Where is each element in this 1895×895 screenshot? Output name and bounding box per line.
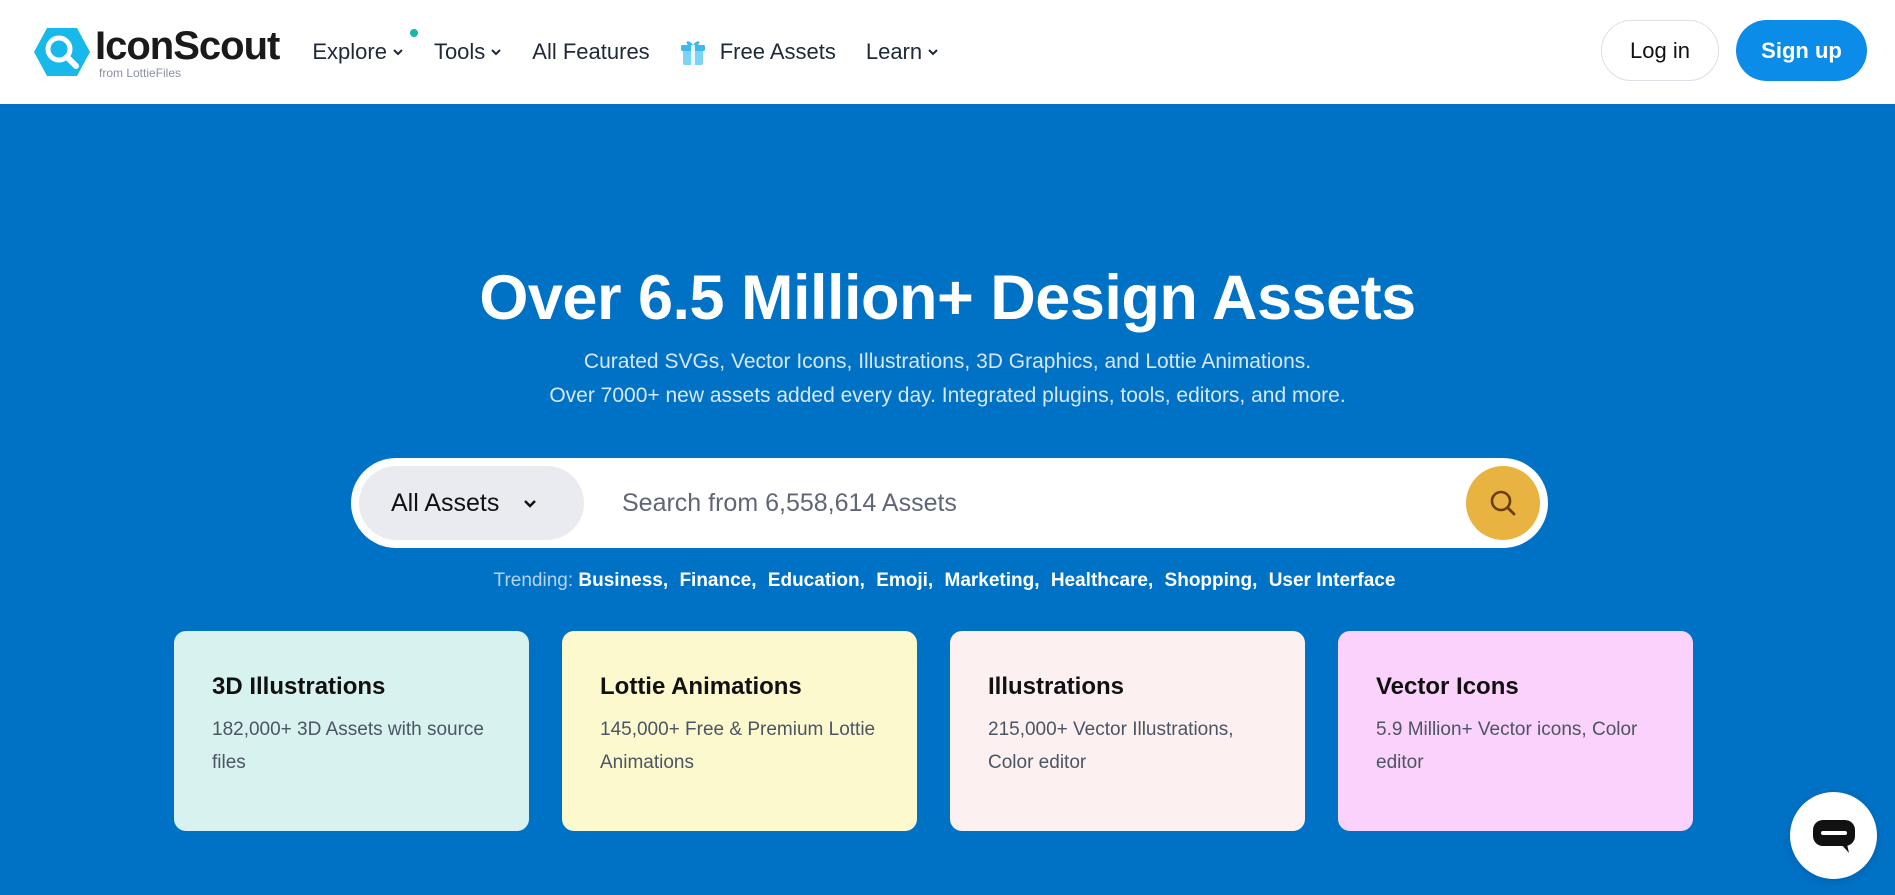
signup-button[interactable]: Sign up bbox=[1736, 20, 1867, 81]
chevron-down-icon bbox=[928, 49, 938, 56]
category-cards: 3D Illustrations 182,000+ 3D Assets with… bbox=[174, 631, 1726, 831]
chevron-down-icon bbox=[393, 49, 403, 56]
card-description: 215,000+ Vector Illustrations, Color edi… bbox=[988, 719, 1234, 773]
trending-searches: Trending: Business, Finance, Education, … bbox=[0, 570, 1895, 592]
nav-tools-label: Tools bbox=[433, 39, 486, 64]
trending-link[interactable]: Education, bbox=[768, 570, 865, 591]
nav-free-assets[interactable]: Free Assets bbox=[680, 38, 836, 66]
trending-link[interactable]: Marketing, bbox=[945, 570, 1040, 591]
card-title: 3D Illustrations bbox=[212, 673, 386, 700]
nav-all-features-label: All Features bbox=[532, 39, 650, 64]
trending-link[interactable]: Healthcare, bbox=[1051, 570, 1153, 591]
nav-all-features[interactable]: All Features bbox=[532, 39, 649, 65]
nav-explore[interactable]: Explore bbox=[312, 29, 418, 65]
logo[interactable]: IconScout from LottieFiles bbox=[33, 22, 280, 82]
card-title: Vector Icons bbox=[1376, 673, 1519, 700]
chat-widget-button[interactable] bbox=[1790, 792, 1877, 879]
search-magnifier-logo-icon bbox=[33, 26, 91, 78]
search-bar: All Assets bbox=[351, 458, 1548, 548]
card-description: 5.9 Million+ Vector icons, Color editor bbox=[1376, 719, 1638, 773]
hero-subtitle-line-2: Over 7000+ new assets added every day. I… bbox=[549, 384, 1346, 407]
logo-subtitle: from LottieFiles bbox=[99, 65, 182, 80]
trending-link[interactable]: Business, bbox=[578, 570, 668, 591]
card-title: Illustrations bbox=[988, 673, 1125, 700]
site-header: IconScout from LottieFiles Explore Tools… bbox=[0, 0, 1895, 104]
logo-name: IconScout bbox=[95, 23, 280, 68]
chevron-down-icon bbox=[491, 49, 502, 56]
nav-learn[interactable]: Learn bbox=[866, 39, 939, 65]
trending-label: Trending: bbox=[493, 570, 574, 591]
hero-title: Over 6.5 Million+ Design Assets bbox=[479, 263, 1416, 333]
nav-explore-label: Explore bbox=[312, 39, 387, 64]
gift-icon bbox=[680, 41, 705, 65]
trending-link[interactable]: User Interface bbox=[1269, 570, 1396, 591]
card-lottie-animations[interactable]: Lottie Animations 145,000+ Free & Premiu… bbox=[562, 631, 917, 831]
nav-tools[interactable]: Tools bbox=[434, 39, 502, 65]
new-indicator-dot bbox=[409, 29, 418, 37]
chat-bubble-icon bbox=[1812, 819, 1855, 853]
trending-link[interactable]: Emoji, bbox=[876, 570, 933, 591]
auth-buttons: Log in Sign up bbox=[1601, 20, 1867, 81]
nav-learn-label: Learn bbox=[865, 39, 923, 64]
search-icon bbox=[1490, 490, 1516, 516]
main-nav: Explore Tools All Features Free Assets L… bbox=[312, 0, 969, 104]
login-button[interactable]: Log in bbox=[1601, 20, 1719, 81]
card-3d-illustrations[interactable]: 3D Illustrations 182,000+ 3D Assets with… bbox=[174, 631, 529, 831]
search-button[interactable] bbox=[1466, 466, 1540, 540]
hero-subtitle-line-1: Curated SVGs, Vector Icons, Illustration… bbox=[583, 350, 1312, 373]
card-description: 182,000+ 3D Assets with source files bbox=[212, 719, 484, 773]
chevron-down-icon bbox=[524, 500, 537, 508]
search-input[interactable] bbox=[584, 466, 1466, 540]
card-illustrations[interactable]: Illustrations 215,000+ Vector Illustrati… bbox=[950, 631, 1305, 831]
asset-type-label: All Assets bbox=[391, 488, 500, 517]
trending-link[interactable]: Finance, bbox=[679, 570, 756, 591]
asset-type-dropdown[interactable]: All Assets bbox=[359, 466, 584, 540]
nav-free-assets-label: Free Assets bbox=[719, 39, 836, 64]
card-title: Lottie Animations bbox=[600, 673, 802, 700]
trending-link[interactable]: Shopping, bbox=[1165, 570, 1258, 591]
card-vector-icons[interactable]: Vector Icons 5.9 Million+ Vector icons, … bbox=[1338, 631, 1693, 831]
card-description: 145,000+ Free & Premium Lottie Animation… bbox=[600, 719, 876, 773]
